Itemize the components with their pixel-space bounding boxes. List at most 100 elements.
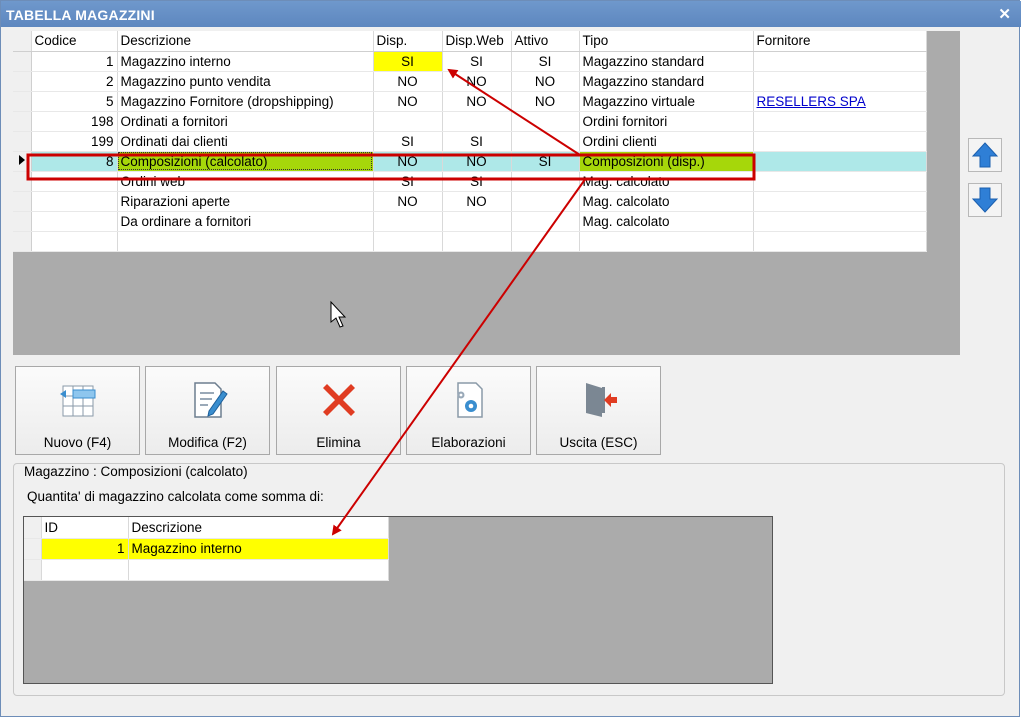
- column-header-disp[interactable]: Disp.: [373, 31, 443, 52]
- cell-tipo[interactable]: Mag. calcolato: [579, 211, 754, 232]
- edit-button[interactable]: Modifica (F2): [145, 366, 270, 455]
- table-row[interactable]: 1 Magazzino interno SI SI SI Magazzino s…: [13, 51, 927, 72]
- cell-disp[interactable]: [373, 231, 443, 252]
- cell-disp[interactable]: [373, 211, 443, 232]
- column-header-id[interactable]: ID: [41, 517, 129, 539]
- cell-codice[interactable]: [31, 171, 118, 192]
- cell-disp[interactable]: [373, 111, 443, 132]
- move-down-button[interactable]: [968, 183, 1002, 217]
- column-header-disp-web[interactable]: Disp.Web: [442, 31, 512, 52]
- processing-button[interactable]: Elaborazioni: [406, 366, 531, 455]
- cell-descrizione[interactable]: Magazzino punto vendita: [117, 71, 374, 92]
- cell-attivo[interactable]: [511, 211, 580, 232]
- table-row[interactable]: [13, 231, 927, 252]
- column-header-attivo[interactable]: Attivo: [511, 31, 580, 52]
- cell-fornitore[interactable]: [753, 71, 927, 92]
- cell-attivo[interactable]: [511, 171, 580, 192]
- cell-disp-web[interactable]: [442, 231, 512, 252]
- cell-tipo[interactable]: Composizioni (disp.): [579, 151, 754, 172]
- cell-attivo[interactable]: SI: [511, 151, 580, 172]
- cell-disp[interactable]: NO: [373, 71, 443, 92]
- close-icon[interactable]: ✕: [998, 5, 1011, 23]
- row-indicator[interactable]: [13, 171, 32, 192]
- table-row[interactable]: 5 Magazzino Fornitore (dropshipping) NO …: [13, 91, 927, 112]
- new-button[interactable]: Nuovo (F4): [15, 366, 140, 455]
- cell-codice[interactable]: [31, 231, 118, 252]
- cell-fornitore[interactable]: RESELLERS SPA: [753, 91, 927, 112]
- cell-disp-web[interactable]: NO: [442, 71, 512, 92]
- row-indicator[interactable]: [13, 211, 32, 232]
- cell-id[interactable]: 1: [41, 538, 129, 560]
- cell-disp-web[interactable]: [442, 111, 512, 132]
- cell-disp-web[interactable]: NO: [442, 91, 512, 112]
- row-indicator[interactable]: [13, 151, 32, 172]
- cell-tipo[interactable]: Mag. calcolato: [579, 191, 754, 212]
- cell-disp[interactable]: SI: [373, 171, 443, 192]
- cell-descrizione[interactable]: Magazzino Fornitore (dropshipping): [117, 91, 374, 112]
- cell-codice[interactable]: 1: [31, 51, 118, 72]
- column-header-tipo[interactable]: Tipo: [579, 31, 754, 52]
- row-indicator[interactable]: [24, 559, 42, 581]
- column-header-fornitore[interactable]: Fornitore: [753, 31, 927, 52]
- cell-codice[interactable]: [31, 191, 118, 212]
- cell-descrizione[interactable]: Ordinati a fornitori: [117, 111, 374, 132]
- cell-disp-web[interactable]: SI: [442, 51, 512, 72]
- cell-disp[interactable]: SI: [373, 131, 443, 152]
- composition-row[interactable]: 1 Magazzino interno: [24, 538, 389, 560]
- cell-descrizione[interactable]: Ordinati dai clienti: [117, 131, 374, 152]
- cell-fornitore[interactable]: [753, 231, 927, 252]
- cell-id[interactable]: [41, 559, 129, 581]
- cell-tipo[interactable]: [579, 231, 754, 252]
- cell-attivo[interactable]: [511, 191, 580, 212]
- row-indicator[interactable]: [13, 71, 32, 92]
- exit-button[interactable]: Uscita (ESC): [536, 366, 661, 455]
- cell-tipo[interactable]: Mag. calcolato: [579, 171, 754, 192]
- cell-descrizione[interactable]: Composizioni (calcolato): [117, 151, 374, 172]
- selected-table-row[interactable]: 8 Composizioni (calcolato) NO NO SI Comp…: [13, 151, 927, 172]
- cell-disp[interactable]: NO: [373, 91, 443, 112]
- table-row[interactable]: 2 Magazzino punto vendita NO NO NO Magaz…: [13, 71, 927, 92]
- row-indicator[interactable]: [24, 538, 42, 560]
- cell-descrizione[interactable]: [117, 231, 374, 252]
- column-header-descrizione[interactable]: Descrizione: [117, 31, 374, 52]
- cell-descrizione[interactable]: Ordini web: [117, 171, 374, 192]
- cell-disp-web[interactable]: SI: [442, 131, 512, 152]
- cell-fornitore[interactable]: [753, 171, 927, 192]
- composition-row[interactable]: [24, 559, 389, 581]
- cell-codice[interactable]: [31, 211, 118, 232]
- cell-attivo[interactable]: SI: [511, 51, 580, 72]
- cell-descrizione[interactable]: Da ordinare a fornitori: [117, 211, 374, 232]
- cell-fornitore[interactable]: [753, 51, 927, 72]
- cell-descrizione[interactable]: Magazzino interno: [117, 51, 374, 72]
- row-indicator[interactable]: [13, 91, 32, 112]
- table-row[interactable]: Riparazioni aperte NO NO Mag. calcolato: [13, 191, 927, 212]
- delete-button[interactable]: Elimina: [276, 366, 401, 455]
- cell-attivo[interactable]: NO: [511, 91, 580, 112]
- cell-descrizione[interactable]: [128, 559, 389, 581]
- cell-descrizione[interactable]: Magazzino interno: [128, 538, 389, 560]
- table-row[interactable]: 199 Ordinati dai clienti SI SI Ordini cl…: [13, 131, 927, 152]
- fornitore-link[interactable]: RESELLERS SPA: [757, 94, 866, 109]
- cell-tipo[interactable]: Ordini clienti: [579, 131, 754, 152]
- cell-attivo[interactable]: [511, 131, 580, 152]
- column-header-codice[interactable]: Codice: [31, 31, 118, 52]
- cell-fornitore[interactable]: [753, 191, 927, 212]
- move-up-button[interactable]: [968, 138, 1002, 172]
- cell-fornitore[interactable]: [753, 151, 927, 172]
- cell-tipo[interactable]: Magazzino standard: [579, 51, 754, 72]
- cell-attivo[interactable]: NO: [511, 71, 580, 92]
- cell-tipo[interactable]: Magazzino standard: [579, 71, 754, 92]
- cell-attivo[interactable]: [511, 231, 580, 252]
- cell-attivo[interactable]: [511, 111, 580, 132]
- row-indicator[interactable]: [13, 111, 32, 132]
- cell-disp-web[interactable]: [442, 211, 512, 232]
- row-indicator[interactable]: [13, 191, 32, 212]
- cell-disp[interactable]: NO: [373, 191, 443, 212]
- cell-tipo[interactable]: Magazzino virtuale: [579, 91, 754, 112]
- row-indicator[interactable]: [13, 131, 32, 152]
- row-indicator[interactable]: [13, 51, 32, 72]
- cell-fornitore[interactable]: [753, 211, 927, 232]
- cell-disp-web[interactable]: NO: [442, 151, 512, 172]
- cell-descrizione[interactable]: Riparazioni aperte: [117, 191, 374, 212]
- cell-fornitore[interactable]: [753, 131, 927, 152]
